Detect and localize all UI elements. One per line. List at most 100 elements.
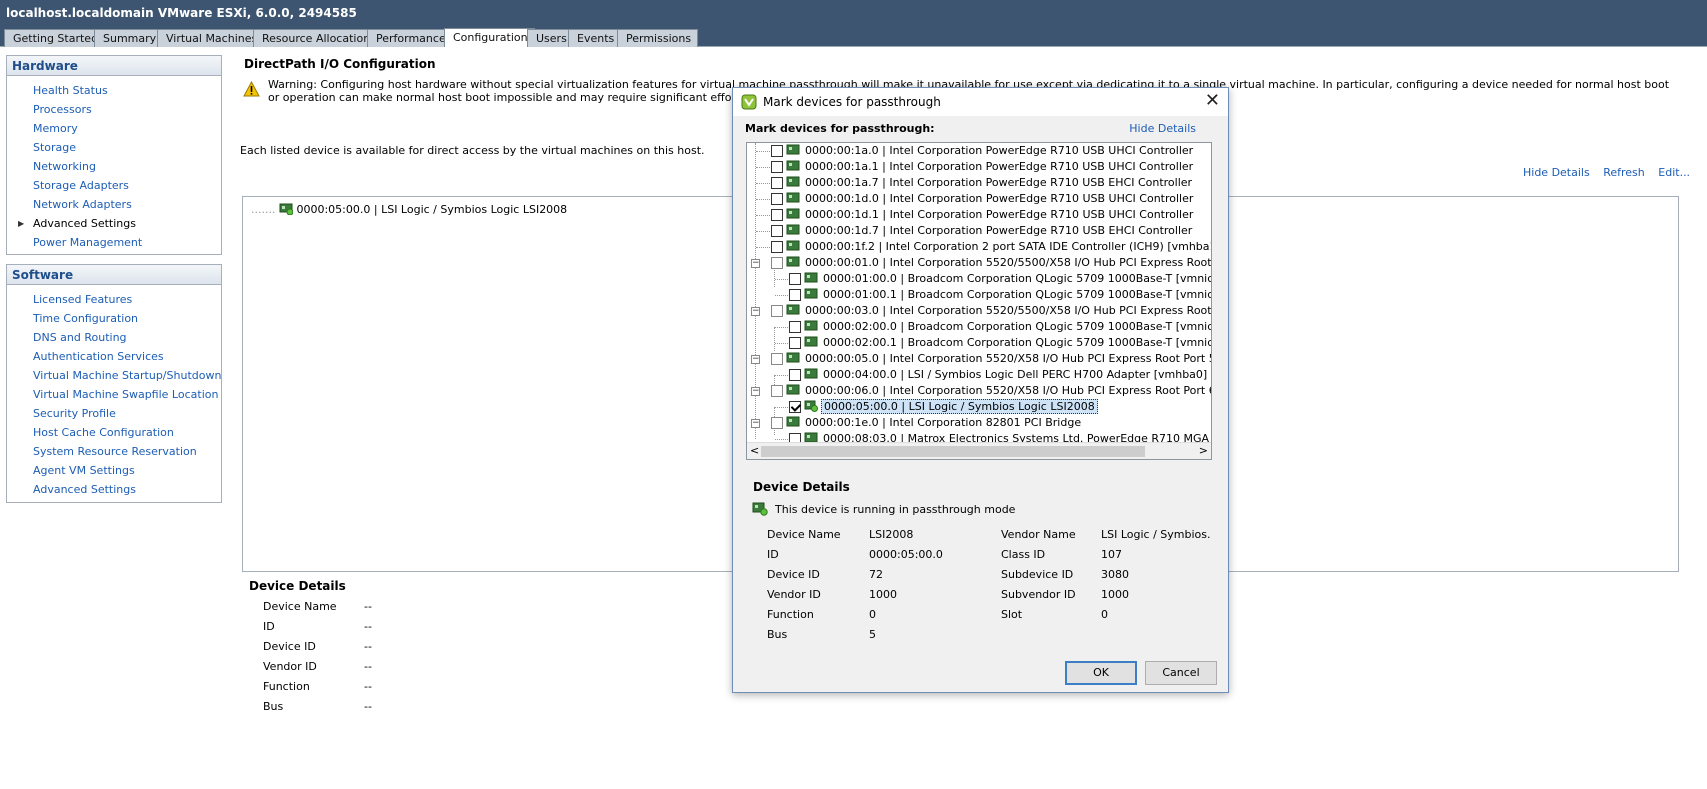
hardware-item-health-status[interactable]: Health Status [33, 84, 108, 97]
device-checkbox[interactable] [771, 145, 783, 157]
dialog-hide-details-link[interactable]: Hide Details [1129, 122, 1196, 135]
device-checkbox[interactable] [771, 385, 783, 397]
detail-label-device-id: Device ID [263, 640, 316, 653]
software-item-dns-routing[interactable]: DNS and Routing [33, 331, 127, 344]
device-checkbox[interactable] [771, 353, 783, 365]
dialog-title: Mark devices for passthrough [763, 95, 941, 109]
software-item-advanced-settings[interactable]: Advanced Settings [33, 483, 136, 496]
pci-device-passthrough-icon [804, 400, 818, 412]
pci-device-icon [786, 352, 800, 363]
ok-button[interactable]: OK [1065, 661, 1137, 685]
detail-value-device-name: -- [364, 600, 372, 613]
pci-device-icon [786, 144, 800, 155]
device-row[interactable]: ....... 0000:05:00.0 | LSI Logic / Symbi… [251, 201, 567, 216]
pci-device-icon [786, 304, 800, 315]
pci-device-icon [786, 176, 800, 187]
device-label: 0000:00:03.0 | Intel Corporation 5520/55… [805, 304, 1212, 317]
tab-strip: Getting Started Summary Virtual Machines… [0, 28, 1707, 47]
device-checkbox[interactable] [771, 209, 783, 221]
collapse-icon[interactable]: − [751, 387, 760, 396]
hardware-item-networking[interactable]: Networking [33, 160, 96, 173]
device-label: 0000:00:1f.2 | Intel Corporation 2 port … [805, 240, 1212, 253]
hardware-item-power-management[interactable]: Power Management [33, 236, 142, 249]
tab-users[interactable]: Users [527, 29, 574, 47]
device-checkbox[interactable] [771, 305, 783, 317]
dd-value-function: 0 [869, 608, 876, 621]
device-checkbox[interactable] [771, 193, 783, 205]
device-checkbox[interactable] [771, 241, 783, 253]
software-item-licensed-features[interactable]: Licensed Features [33, 293, 132, 306]
tree-line [774, 327, 775, 351]
device-label: 0000:00:01.0 | Intel Corporation 5520/55… [805, 256, 1212, 269]
detail-value-id: -- [364, 620, 372, 633]
device-checkbox[interactable] [789, 321, 801, 333]
hardware-item-memory[interactable]: Memory [33, 122, 78, 135]
tab-performance[interactable]: Performance [367, 29, 453, 47]
detail-label-vendor-id: Vendor ID [263, 660, 317, 673]
device-checkbox[interactable] [789, 273, 801, 285]
software-item-vm-swapfile-location[interactable]: Virtual Machine Swapfile Location [33, 388, 218, 401]
dd-label-device-name: Device Name [767, 528, 841, 541]
tab-virtual-machines[interactable]: Virtual Machines [157, 29, 265, 47]
dd-value-id: 0000:05:00.0 [869, 548, 943, 561]
page-title: DirectPath I/O Configuration [244, 57, 436, 71]
horizontal-scrollbar[interactable]: < > [747, 442, 1211, 459]
dd-label-vendor-id: Vendor ID [767, 588, 821, 601]
collapse-icon[interactable]: − [751, 259, 760, 268]
cancel-button[interactable]: Cancel [1145, 661, 1217, 685]
device-label: 0000:02:00.0 | Broadcom Corporation QLog… [823, 320, 1212, 333]
device-checkbox[interactable] [789, 337, 801, 349]
device-checkbox[interactable] [771, 161, 783, 173]
software-item-authentication-services[interactable]: Authentication Services [33, 350, 164, 363]
device-checkbox-checked[interactable] [789, 401, 801, 413]
software-item-agent-vm-settings[interactable]: Agent VM Settings [33, 464, 135, 477]
device-checkbox[interactable] [789, 289, 801, 301]
tree-connector: ....... [251, 203, 276, 216]
software-item-security-profile[interactable]: Security Profile [33, 407, 116, 420]
hide-details-link[interactable]: Hide Details [1523, 166, 1590, 179]
software-item-vm-startup-shutdown[interactable]: Virtual Machine Startup/Shutdown [33, 369, 221, 382]
warning-icon [243, 81, 260, 97]
software-item-host-cache-configuration[interactable]: Host Cache Configuration [33, 426, 174, 439]
tab-permissions[interactable]: Permissions [617, 29, 699, 47]
hardware-item-storage-adapters[interactable]: Storage Adapters [33, 179, 129, 192]
pci-device-icon [804, 368, 818, 379]
device-label: 0000:00:1d.0 | Intel Corporation PowerEd… [805, 192, 1194, 205]
selected-arrow-icon: ▶ [18, 219, 25, 228]
device-checkbox[interactable] [771, 177, 783, 189]
scroll-left-icon[interactable]: < [750, 444, 759, 457]
device-label: 0000:00:1a.7 | Intel Corporation PowerEd… [805, 176, 1193, 189]
hardware-item-network-adapters[interactable]: Network Adapters [33, 198, 132, 211]
hardware-item-storage[interactable]: Storage [33, 141, 76, 154]
dd-value-subvendor-id: 1000 [1101, 588, 1129, 601]
tab-resource-allocation[interactable]: Resource Allocation [253, 29, 378, 47]
tab-configuration[interactable]: Configuration [444, 28, 535, 47]
dialog-titlebar: Mark devices for passthrough ✕ [733, 88, 1228, 116]
scrollbar-thumb[interactable] [761, 446, 1145, 457]
scroll-right-icon[interactable]: > [1199, 444, 1208, 457]
collapse-icon[interactable]: − [751, 307, 760, 316]
dd-value-slot: 0 [1101, 608, 1108, 621]
tab-getting-started[interactable]: Getting Started [4, 29, 106, 47]
tab-summary[interactable]: Summary [94, 29, 164, 47]
edit-link[interactable]: Edit... [1658, 166, 1690, 179]
pci-device-icon [804, 288, 818, 299]
pci-device-icon [786, 384, 800, 395]
close-icon[interactable]: ✕ [1205, 90, 1220, 111]
refresh-link[interactable]: Refresh [1603, 166, 1645, 179]
detail-label-function: Function [263, 680, 310, 693]
tab-events[interactable]: Events [568, 29, 622, 47]
device-label: 0000:00:1e.0 | Intel Corporation 82801 P… [805, 416, 1082, 429]
device-checkbox[interactable] [789, 369, 801, 381]
collapse-icon[interactable]: − [751, 355, 760, 364]
software-item-system-resource-reservation[interactable]: System Resource Reservation [33, 445, 197, 458]
hardware-item-processors[interactable]: Processors [33, 103, 92, 116]
software-header: Software [7, 265, 221, 285]
collapse-icon[interactable]: − [751, 419, 760, 428]
device-checkbox[interactable] [771, 257, 783, 269]
device-checkbox[interactable] [771, 225, 783, 237]
software-item-time-configuration[interactable]: Time Configuration [33, 312, 138, 325]
hardware-item-advanced-settings[interactable]: Advanced Settings [33, 217, 136, 230]
dd-label-subvendor-id: Subvendor ID [1001, 588, 1076, 601]
device-checkbox[interactable] [771, 417, 783, 429]
